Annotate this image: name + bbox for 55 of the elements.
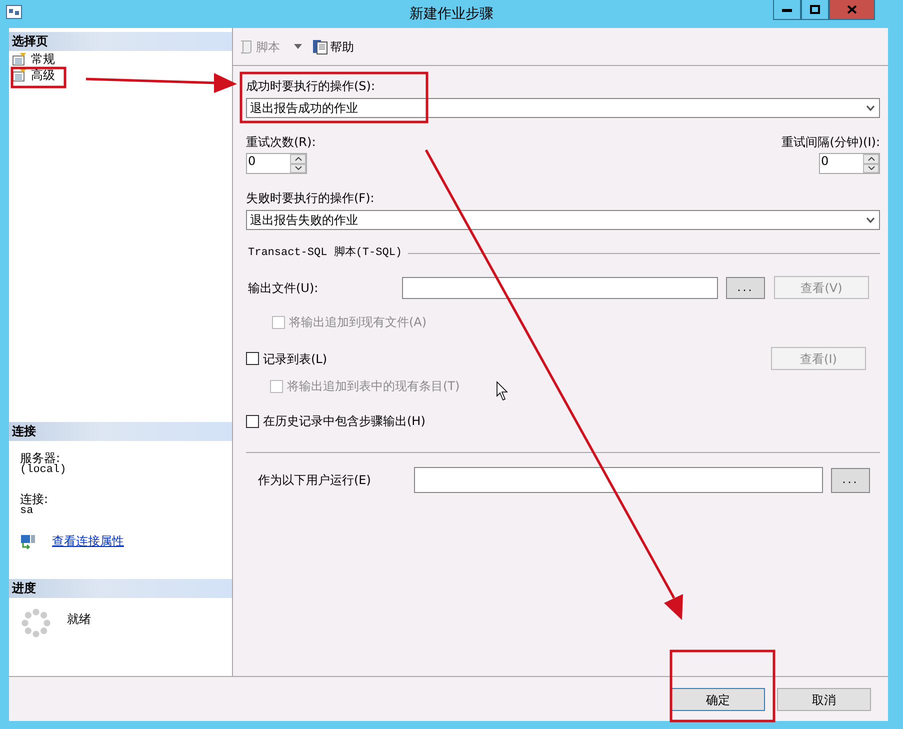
- field-label: 作为以下用户运行(E): [257, 473, 372, 487]
- dropdown-field[interactable]: 退出报告失败的作业: [246, 210, 880, 230]
- maximize-button[interactable]: [801, 0, 829, 20]
- checkbox[interactable]: [246, 352, 259, 365]
- view-connection-properties-link[interactable]: 查看连接属性: [52, 534, 124, 548]
- checkbox-label: 在历史记录中包含步骤输出(H): [263, 414, 426, 428]
- number-spinner[interactable]: 0: [819, 153, 880, 174]
- mouse-cursor-icon: [496, 381, 508, 401]
- panel-header: 选择页: [9, 32, 232, 51]
- page-icon: [12, 52, 28, 66]
- status-text: 就绪: [67, 612, 91, 628]
- help-button[interactable]: 帮助: [312, 38, 354, 54]
- window-title: 新建作业步骤: [408, 5, 494, 23]
- user-field[interactable]: [414, 467, 823, 493]
- spin-up-button[interactable]: [290, 154, 306, 164]
- login-label: 连接:: [20, 492, 50, 506]
- chevron-icon: [866, 105, 875, 111]
- help-document-icon: [312, 38, 328, 54]
- checkbox-label: 记录到表(L): [263, 352, 328, 366]
- panel-header: 连接: [9, 422, 232, 441]
- login-value: sa: [20, 506, 34, 517]
- browse-button[interactable]: ...: [726, 276, 765, 298]
- dropdown-field[interactable]: 退出报告成功的作业: [246, 98, 880, 118]
- chevron-icon: [866, 217, 875, 223]
- cancel-button[interactable]: 取消: [777, 688, 871, 711]
- page-list-item[interactable]: 高级: [9, 67, 232, 83]
- field-label: 重试次数(R):: [246, 135, 316, 149]
- checkbox-label: 将输出追加到现有文件(A): [289, 315, 427, 329]
- checkbox[interactable]: [246, 414, 259, 428]
- close-button[interactable]: [829, 0, 875, 20]
- output-file-field[interactable]: [402, 276, 718, 298]
- field-label: 成功时要执行的操作(S):: [246, 79, 376, 93]
- field-label: 输出文件(U):: [247, 280, 320, 294]
- close-icon: [847, 5, 857, 14]
- field-label: 失败时要执行的操作(F):: [246, 191, 376, 205]
- checkbox-label: 将输出追加到表中的现有条目(T): [287, 379, 460, 393]
- spin-up-button[interactable]: [863, 154, 879, 164]
- scroll-icon: [238, 38, 254, 54]
- ok-button[interactable]: 确定: [671, 688, 765, 711]
- browse-button[interactable]: ...: [831, 468, 870, 492]
- server-label: 服务器:: [20, 451, 60, 465]
- field-label: 重试间隔(分钟)(I):: [782, 135, 880, 149]
- progress-spinner-icon: [21, 608, 51, 638]
- maximize-icon: [810, 5, 820, 14]
- highlight-frame: [10, 66, 66, 88]
- minimize-button[interactable]: [773, 0, 801, 20]
- minimize-icon: [782, 8, 792, 12]
- page-icon: [12, 68, 28, 82]
- connection-properties-icon: [20, 533, 36, 549]
- group-heading: Transact-SQL 脚本(T-SQL): [248, 246, 402, 260]
- app-icon: [6, 5, 22, 19]
- server-value: (local): [20, 465, 68, 476]
- panel-header: 进度: [9, 579, 232, 598]
- number-spinner[interactable]: 0: [246, 153, 307, 174]
- page-list-item[interactable]: 常规: [9, 51, 232, 67]
